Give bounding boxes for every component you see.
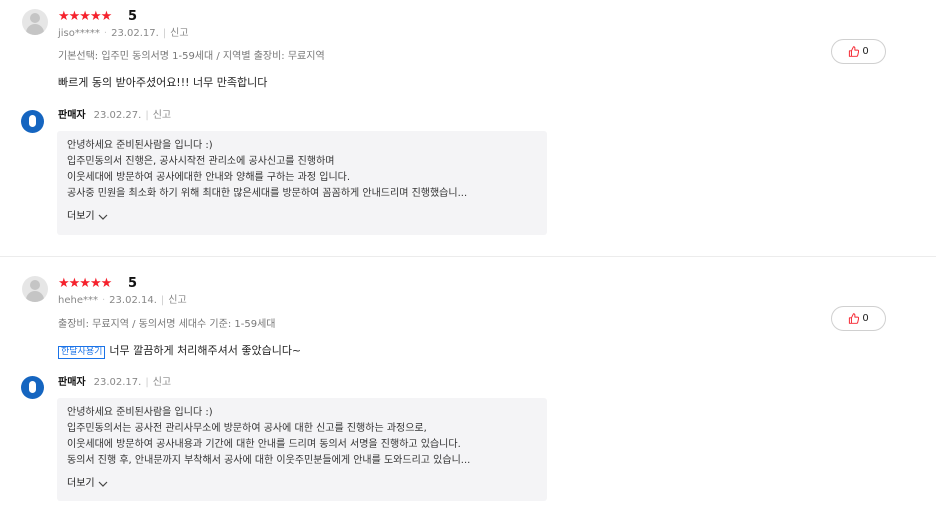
report-link[interactable]: 신고 (170, 28, 188, 39)
seller-name: 판매자 (58, 377, 86, 388)
seller-name: 판매자 (58, 110, 86, 121)
show-more-label: 더보기 (67, 211, 95, 222)
reply-report-link[interactable]: 신고 (153, 377, 171, 388)
seller-reply-header: 판매자 23.02.27. | 신고 (58, 110, 172, 121)
like-button[interactable]: 0 (831, 306, 886, 331)
purchase-option: 기본선택: 입주민 동의서명 1-59세대 / 지역별 출장비: 무료지역 (58, 51, 325, 62)
reply-line: 입주민동의서는 공사전 관리사무소에 방문하여 공사에 대한 신고를 진행하는 … (67, 423, 427, 434)
review-date: 23.02.14. (109, 295, 157, 306)
reply-date: 23.02.27. (93, 110, 142, 121)
show-more-button[interactable]: 더보기 (67, 211, 108, 223)
show-more-button[interactable]: 더보기 (67, 478, 108, 490)
reply-report-link[interactable]: 신고 (153, 110, 171, 121)
reply-line: 이웃세대에 방문하여 공사에대한 안내와 양해를 구하는 과정 입니다. (67, 172, 351, 183)
user-avatar (22, 276, 48, 302)
star-rating: ★★★★★ (58, 276, 112, 291)
seller-avatar (21, 110, 44, 133)
reply-line: 안녕하세요 준비된사람을 입니다 :) (67, 140, 213, 151)
seller-avatar (21, 376, 44, 399)
review-meta: hehe*** · 23.02.14. | 신고 (58, 295, 187, 306)
reply-line: 입주민동의서 진행은, 공사시작전 관리소에 공사신고를 진행하며 (67, 156, 335, 167)
review-tag: 한달사용기 (58, 346, 106, 359)
user-avatar (22, 9, 48, 35)
review-meta: jiso***** · 23.02.17. | 신고 (58, 28, 189, 39)
thumbs-up-icon (849, 313, 860, 324)
rating-score: 5 (128, 276, 138, 291)
review-date: 23.02.17. (111, 28, 159, 39)
seller-reply-box: 안녕하세요 준비된사람을 입니다 :) 입주민동의서 진행은, 공사시작전 관리… (57, 131, 547, 235)
like-count: 0 (862, 46, 869, 57)
seller-reply-box: 안녕하세요 준비된사람을 입니다 :) 입주민동의서는 공사전 관리사무소에 방… (57, 398, 547, 501)
seller-reply-header: 판매자 23.02.17. | 신고 (58, 377, 172, 388)
star-rating: ★★★★★ (58, 9, 112, 24)
thumbs-up-icon (849, 46, 860, 57)
reviewer-id: hehe*** (58, 295, 98, 306)
reply-date: 23.02.17. (93, 377, 142, 388)
review-text-row: 한달사용기 너무 깔끔하게 처리해주셔서 좋았습니다~ (58, 344, 301, 359)
chevron-down-icon (98, 214, 108, 220)
reviewer-id: jiso***** (58, 28, 100, 39)
reply-line: 공사중 민원을 최소화 하기 위해 최대한 많은세대를 방문하여 꼼꼼하게 안내… (67, 188, 468, 199)
rating-score: 5 (128, 9, 138, 24)
like-button[interactable]: 0 (831, 39, 886, 64)
review-divider (0, 256, 936, 257)
show-more-label: 더보기 (67, 478, 95, 489)
report-link[interactable]: 신고 (168, 295, 186, 306)
chevron-down-icon (98, 481, 108, 487)
reply-line: 동의서 진행 후, 안내문까지 부착해서 공사에 대한 이웃주민분들에게 안내를… (67, 455, 471, 466)
purchase-option: 출장비: 무료지역 / 동의서명 세대수 기준: 1-59세대 (58, 319, 276, 330)
review-text: 빠르게 동의 받아주셨어요!!! 너무 만족합니다 (58, 76, 268, 89)
review-text: 너무 깔끔하게 처리해주셔서 좋았습니다~ (109, 344, 302, 357)
like-count: 0 (862, 313, 869, 324)
reply-line: 안녕하세요 준비된사람을 입니다 :) (67, 407, 213, 418)
reply-line: 이웃세대에 방문하여 공사내용과 기간에 대한 안내를 드리며 동의서 서명을 … (67, 439, 461, 450)
